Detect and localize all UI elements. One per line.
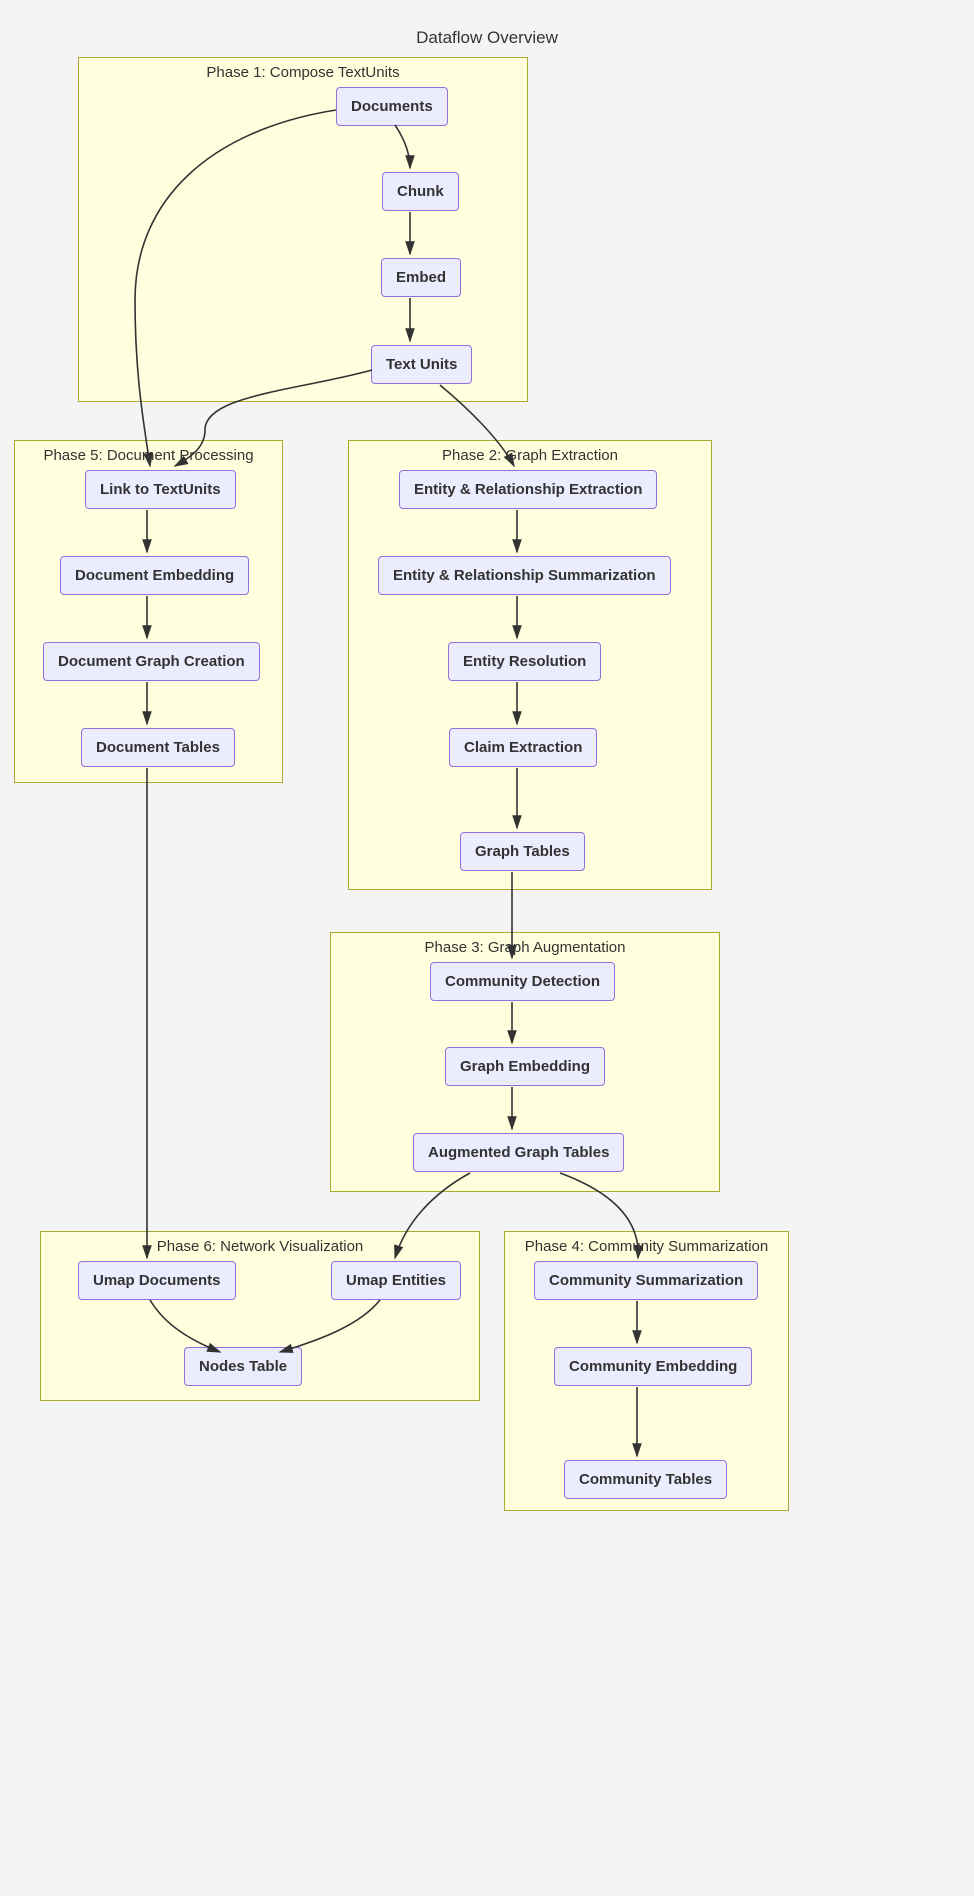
node-entity-rel-extraction: Entity & Relationship Extraction [399, 470, 657, 509]
node-link-to-textunits: Link to TextUnits [85, 470, 236, 509]
node-community-embedding: Community Embedding [554, 1347, 752, 1386]
node-documents: Documents [336, 87, 448, 126]
node-text-units: Text Units [371, 345, 472, 384]
node-community-summarization: Community Summarization [534, 1261, 758, 1300]
phase-title: Phase 3: Graph Augmentation [331, 939, 719, 956]
node-document-embedding: Document Embedding [60, 556, 249, 595]
node-umap-documents: Umap Documents [78, 1261, 236, 1300]
node-community-tables: Community Tables [564, 1460, 727, 1499]
node-community-detection: Community Detection [430, 962, 615, 1001]
node-graph-embedding: Graph Embedding [445, 1047, 605, 1086]
node-claim-extraction: Claim Extraction [449, 728, 597, 767]
diagram-title: Dataflow Overview [0, 28, 974, 48]
node-entity-rel-summarization: Entity & Relationship Summarization [378, 556, 671, 595]
phase-title: Phase 6: Network Visualization [41, 1238, 479, 1255]
node-nodes-table: Nodes Table [184, 1347, 302, 1386]
phase-title: Phase 2: Graph Extraction [349, 447, 711, 464]
node-embed: Embed [381, 258, 461, 297]
node-umap-entities: Umap Entities [331, 1261, 461, 1300]
phase-title: Phase 5: Document Processing [15, 447, 282, 464]
node-document-tables: Document Tables [81, 728, 235, 767]
node-augmented-graph-tables: Augmented Graph Tables [413, 1133, 624, 1172]
node-entity-resolution: Entity Resolution [448, 642, 601, 681]
phase-title: Phase 4: Community Summarization [505, 1238, 788, 1255]
node-chunk: Chunk [382, 172, 459, 211]
node-document-graph-creation: Document Graph Creation [43, 642, 260, 681]
node-graph-tables: Graph Tables [460, 832, 585, 871]
phase-title: Phase 1: Compose TextUnits [79, 64, 527, 81]
